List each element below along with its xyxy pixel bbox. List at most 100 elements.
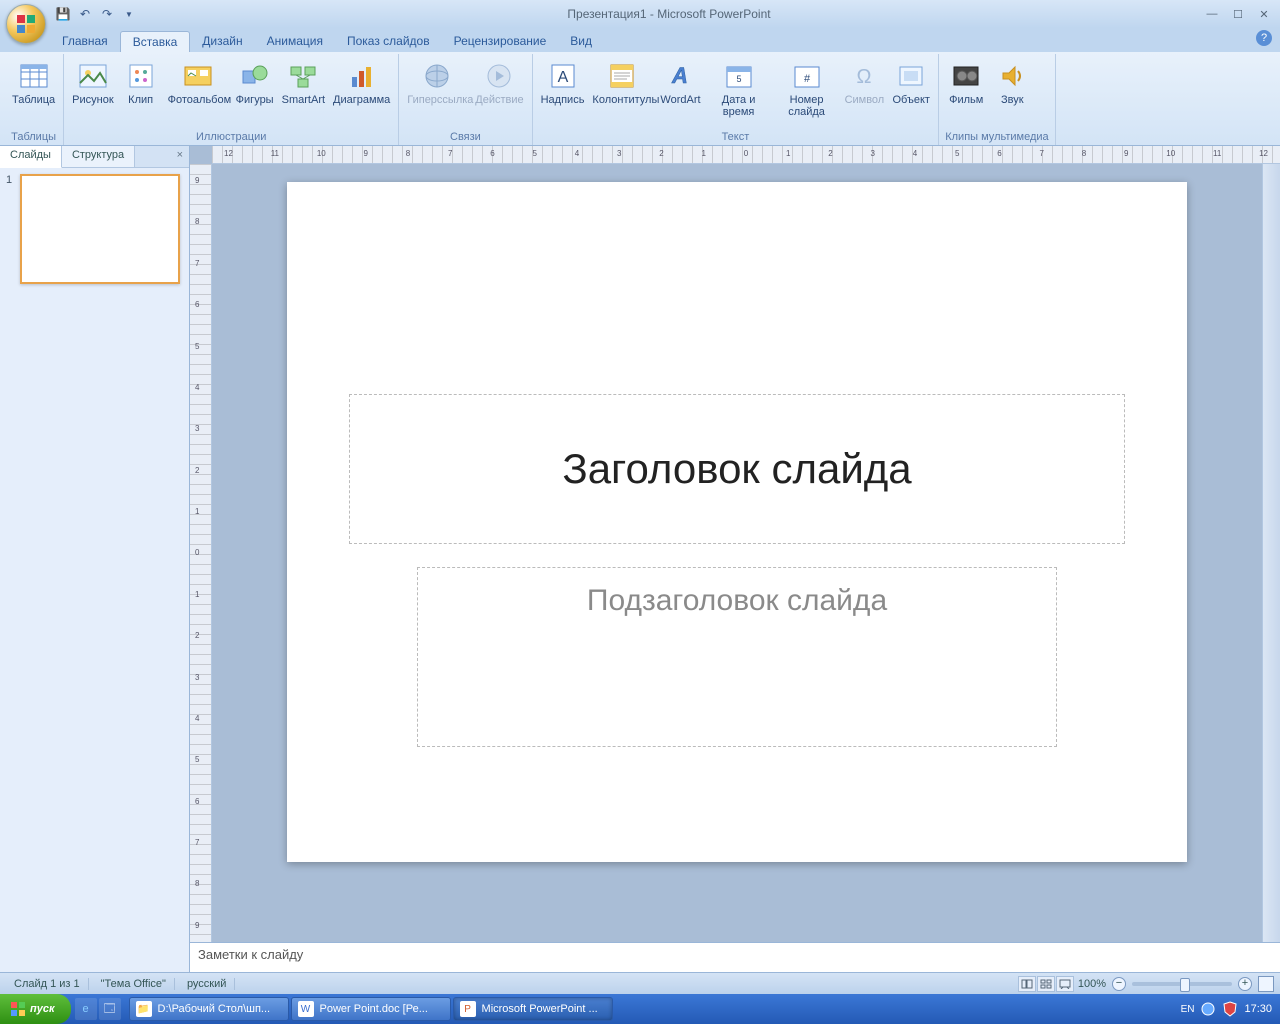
ribbon-btn-action: Действие bbox=[473, 58, 525, 108]
ribbon-btn-label: Таблица bbox=[12, 94, 55, 106]
ribbon-btn-photoalbum[interactable]: Фотоальбом bbox=[166, 58, 230, 108]
close-button[interactable]: ✕ bbox=[1252, 6, 1276, 22]
status-language: русский bbox=[179, 978, 235, 990]
view-slideshow-icon[interactable] bbox=[1056, 976, 1074, 992]
start-button[interactable]: пуск bbox=[0, 994, 71, 1024]
ribbon-group-label: Иллюстрации bbox=[70, 130, 392, 145]
windows-taskbar: пуск e 🗔 📁D:\Рабочий Стол\шп...WPower Po… bbox=[0, 994, 1280, 1024]
ribbon-btn-label: Фотоальбом bbox=[168, 94, 228, 106]
sound-icon bbox=[996, 60, 1028, 92]
ribbon-tab-0[interactable]: Главная bbox=[50, 31, 120, 52]
ribbon-btn-smartart[interactable]: SmartArt bbox=[280, 58, 327, 108]
clip-icon bbox=[125, 60, 157, 92]
ribbon-tabs: ГлавнаяВставкаДизайнАнимацияПоказ слайдо… bbox=[0, 28, 1280, 52]
ribbon-btn-headerfooter[interactable]: Колонтитулы bbox=[590, 58, 654, 108]
title-placeholder[interactable]: Заголовок слайда bbox=[349, 394, 1125, 544]
ribbon-btn-object[interactable]: Объект bbox=[890, 58, 932, 108]
panel-tab-outline[interactable]: Структура bbox=[62, 146, 135, 167]
view-sorter-icon[interactable] bbox=[1037, 976, 1055, 992]
panel-close-icon[interactable]: × bbox=[171, 146, 189, 167]
clock: 17:30 bbox=[1244, 1003, 1272, 1015]
ribbon-btn-label: Символ bbox=[845, 94, 885, 106]
fit-to-window-icon[interactable] bbox=[1258, 976, 1274, 992]
slide-thumbnail[interactable] bbox=[20, 174, 180, 284]
ribbon-btn-slidenum[interactable]: Номер слайда bbox=[775, 58, 839, 120]
ribbon-group-1: РисунокКлип Фотоальбом Фигуры SmartArt Диагр… bbox=[64, 54, 399, 145]
ribbon-tab-4[interactable]: Показ слайдов bbox=[335, 31, 442, 52]
ribbon-btn-shapes[interactable]: Фигуры bbox=[234, 58, 276, 108]
ribbon-btn-textbox[interactable]: Надпись bbox=[539, 58, 587, 108]
vertical-scrollbar[interactable] bbox=[1262, 164, 1280, 942]
windows-logo-icon bbox=[10, 1001, 26, 1017]
zoom-in-button[interactable]: + bbox=[1238, 977, 1252, 991]
view-normal-icon[interactable] bbox=[1018, 976, 1036, 992]
symbol-icon bbox=[848, 60, 880, 92]
save-icon[interactable]: 💾 bbox=[54, 5, 72, 23]
notes-pane[interactable]: Заметки к слайду bbox=[190, 942, 1280, 972]
task-label: D:\Рабочий Стол\шп... bbox=[158, 1003, 271, 1015]
quicklaunch-desktop-icon[interactable]: 🗔 bbox=[99, 998, 121, 1020]
ribbon-btn-chart[interactable]: Диаграмма bbox=[331, 58, 392, 108]
ribbon: ТаблицаТаблицыРисунокКлип Фотоальбом Фигур… bbox=[0, 52, 1280, 146]
ribbon-group-3: Надпись Колонтитулы WordArt Дата и времяНом… bbox=[533, 54, 940, 145]
datetime-icon bbox=[723, 60, 755, 92]
ribbon-tab-6[interactable]: Вид bbox=[558, 31, 604, 52]
slidenum-icon bbox=[791, 60, 823, 92]
ribbon-btn-sound[interactable]: Звук bbox=[991, 58, 1033, 108]
ribbon-btn-table[interactable]: Таблица bbox=[10, 58, 57, 108]
ribbon-tab-2[interactable]: Дизайн bbox=[190, 31, 254, 52]
ribbon-btn-label: WordArt bbox=[660, 94, 700, 106]
quicklaunch-ie-icon[interactable]: e bbox=[75, 998, 97, 1020]
language-indicator[interactable]: EN bbox=[1181, 1004, 1195, 1015]
office-button[interactable] bbox=[6, 4, 46, 44]
chart-icon bbox=[346, 60, 378, 92]
qat-dropdown-icon[interactable]: ▼ bbox=[120, 5, 138, 23]
ribbon-btn-label: Объект bbox=[893, 94, 930, 106]
ribbon-btn-label: Звук bbox=[1001, 94, 1024, 106]
ribbon-btn-label: SmartArt bbox=[282, 94, 325, 106]
horizontal-ruler: 1211109876543210123456789101112 bbox=[212, 146, 1280, 164]
ribbon-btn-movie[interactable]: Фильм bbox=[945, 58, 987, 108]
ribbon-btn-datetime[interactable]: Дата и время bbox=[707, 58, 771, 120]
ribbon-btn-picture[interactable]: Рисунок bbox=[70, 58, 116, 108]
hyperlink-icon bbox=[421, 60, 453, 92]
ribbon-btn-label: Дата и время bbox=[709, 94, 769, 118]
status-slide-info: Слайд 1 из 1 bbox=[6, 978, 89, 990]
slide[interactable]: Заголовок слайда Подзаголовок слайда bbox=[287, 182, 1187, 862]
object-icon bbox=[895, 60, 927, 92]
task-app-icon: W bbox=[298, 1001, 314, 1017]
zoom-out-button[interactable]: − bbox=[1112, 977, 1126, 991]
undo-icon[interactable]: ↶ bbox=[76, 5, 94, 23]
panel-tab-slides[interactable]: Слайды bbox=[0, 146, 62, 168]
thumb-number: 1 bbox=[6, 174, 16, 284]
help-icon[interactable]: ? bbox=[1256, 30, 1272, 46]
notes-placeholder: Заметки к слайду bbox=[198, 947, 303, 962]
ribbon-btn-label: Колонтитулы bbox=[592, 94, 652, 106]
headerfooter-icon bbox=[606, 60, 638, 92]
ribbon-btn-label: Диаграмма bbox=[333, 94, 390, 106]
tray-icon[interactable] bbox=[1200, 1001, 1216, 1017]
ribbon-btn-wordart[interactable]: WordArt bbox=[658, 58, 702, 108]
subtitle-placeholder[interactable]: Подзаголовок слайда bbox=[417, 567, 1057, 747]
minimize-button[interactable]: — bbox=[1200, 6, 1224, 22]
ribbon-tab-3[interactable]: Анимация bbox=[255, 31, 335, 52]
task-label: Microsoft PowerPoint ... bbox=[482, 1003, 598, 1015]
maximize-button[interactable]: ☐ bbox=[1226, 6, 1250, 22]
redo-icon[interactable]: ↷ bbox=[98, 5, 116, 23]
smartart-icon bbox=[287, 60, 319, 92]
tray-shield-icon[interactable] bbox=[1222, 1001, 1238, 1017]
task-app-icon: P bbox=[460, 1001, 476, 1017]
textbox-icon bbox=[547, 60, 579, 92]
taskbar-task-1[interactable]: WPower Point.doc [Ре... bbox=[291, 997, 451, 1021]
ribbon-group-4: ФильмЗвукКлипы мультимедиа bbox=[939, 54, 1055, 145]
ribbon-btn-label: Фильм bbox=[949, 94, 983, 106]
ribbon-btn-clip[interactable]: Клип bbox=[120, 58, 162, 108]
zoom-slider[interactable] bbox=[1132, 982, 1232, 986]
taskbar-task-2[interactable]: P Microsoft PowerPoint ... bbox=[453, 997, 613, 1021]
ribbon-tab-5[interactable]: Рецензирование bbox=[442, 31, 559, 52]
movie-icon bbox=[950, 60, 982, 92]
quick-access-toolbar: 💾 ↶ ↷ ▼ bbox=[54, 5, 138, 23]
taskbar-task-0[interactable]: 📁D:\Рабочий Стол\шп... bbox=[129, 997, 289, 1021]
ribbon-tab-1[interactable]: Вставка bbox=[120, 31, 191, 52]
ribbon-group-0: ТаблицаТаблицы bbox=[4, 54, 64, 145]
